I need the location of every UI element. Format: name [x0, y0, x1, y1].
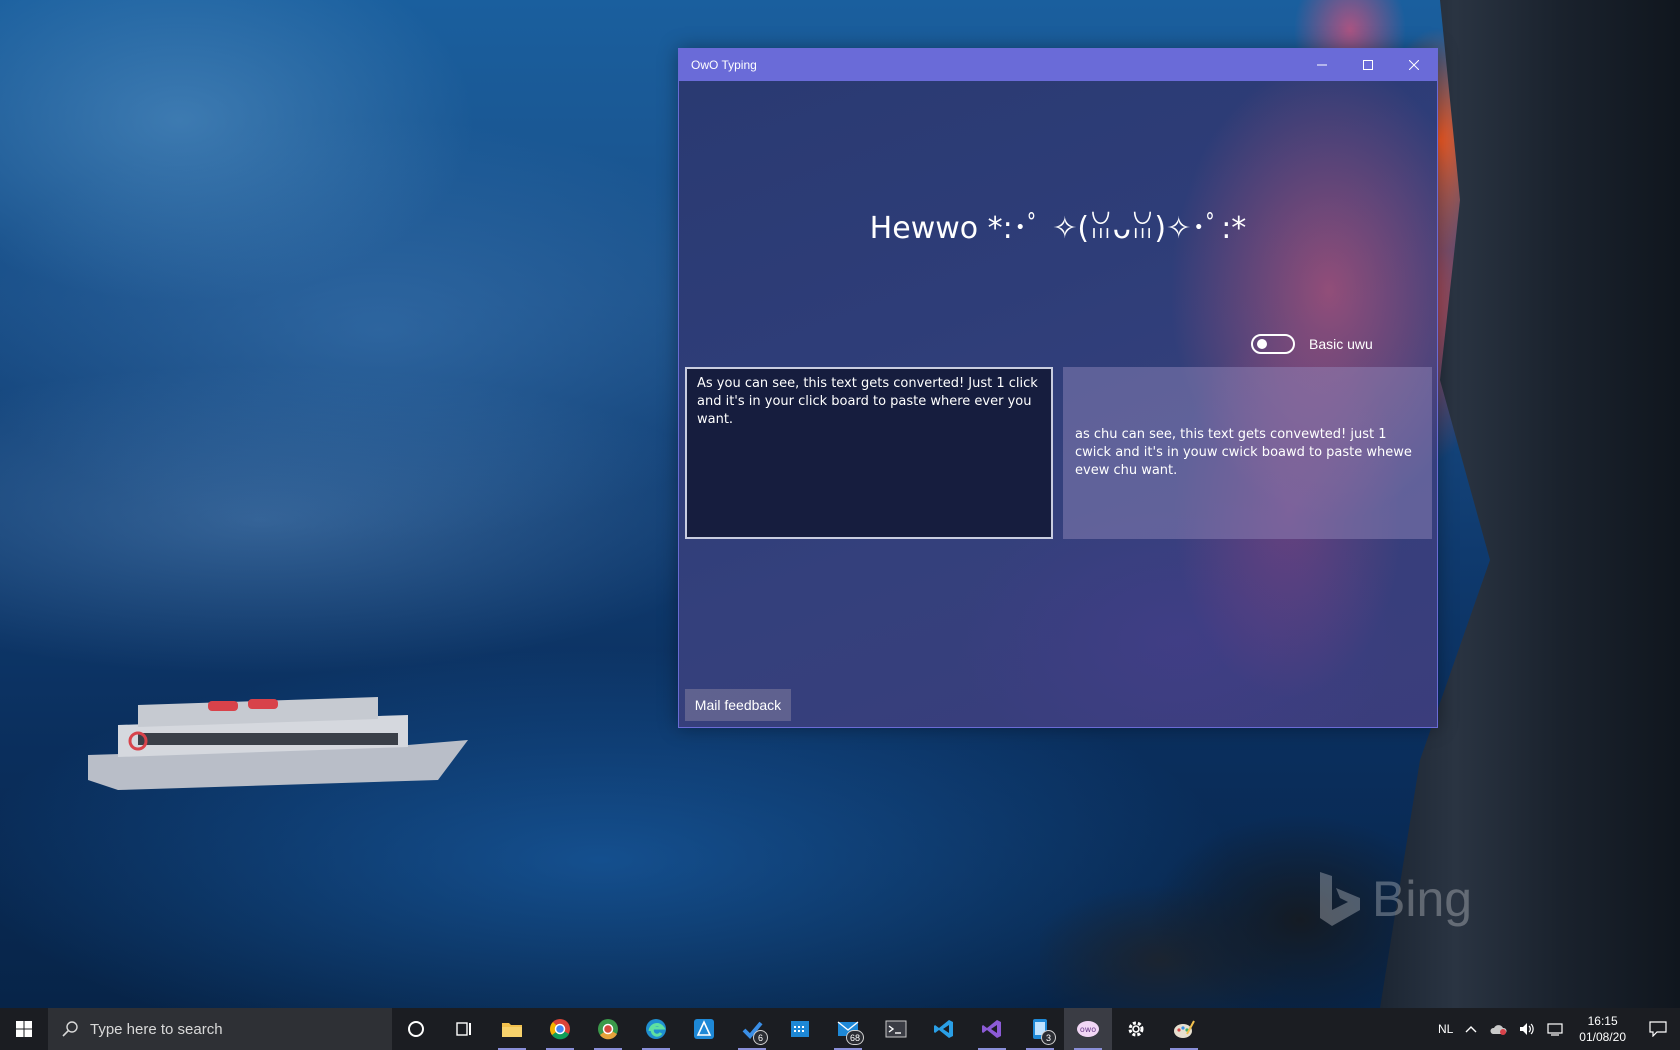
start-button[interactable]: [0, 1008, 48, 1050]
output-text-panel[interactable]: as chu can see, this text gets convewted…: [1063, 367, 1432, 539]
close-button[interactable]: [1391, 49, 1437, 81]
terminal-button[interactable]: [872, 1008, 920, 1050]
paint-icon: [1174, 1020, 1195, 1038]
taskbar: Type here to search 6 68 3 owo NL 16:15 …: [0, 1008, 1680, 1050]
owo-icon: owo: [1077, 1021, 1099, 1037]
terminal-icon: [885, 1020, 907, 1038]
app-content: Hewwo *:･ﾟ ✧(ꈍᴗꈍ)✧･ﾟ:* Basic uwu As you …: [679, 81, 1437, 727]
app-window: OwO Typing Hewwo *:･ﾟ ✧(ꈍᴗꈍ)✧･ﾟ:* Basic …: [678, 48, 1438, 728]
onedrive-tray-button[interactable]: [1483, 1008, 1513, 1050]
task-view-button[interactable]: [440, 1008, 488, 1050]
title-bar[interactable]: OwO Typing: [679, 49, 1437, 81]
output-text: as chu can see, this text gets convewted…: [1075, 427, 1412, 478]
cortana-button[interactable]: [392, 1008, 440, 1050]
phone-badge: 3: [1041, 1030, 1056, 1045]
calendar-button[interactable]: [776, 1008, 824, 1050]
page-title: Hewwo *:･ﾟ ✧(ꈍᴗꈍ)✧･ﾟ:*: [869, 211, 1247, 246]
network-button[interactable]: [1541, 1008, 1569, 1050]
basic-uwu-toggle[interactable]: [1251, 334, 1295, 354]
search-placeholder: Type here to search: [90, 1020, 223, 1038]
maximize-icon: [1363, 60, 1373, 70]
boat-image: [88, 697, 468, 790]
visual-studio-icon: [982, 1020, 1001, 1038]
chrome-icon: [550, 1019, 570, 1040]
affinity-icon: [694, 1019, 714, 1039]
caption-buttons: [1299, 49, 1437, 81]
volume-button[interactable]: [1513, 1008, 1541, 1050]
action-center-button[interactable]: [1636, 1008, 1680, 1050]
paint-button[interactable]: [1160, 1008, 1208, 1050]
visual-studio-button[interactable]: [968, 1008, 1016, 1050]
minimize-button[interactable]: [1299, 49, 1345, 81]
basic-uwu-toggle-group: Basic uwu: [1251, 334, 1373, 354]
clock[interactable]: 16:15 01/08/20: [1569, 1008, 1636, 1050]
minimize-icon: [1317, 64, 1327, 66]
circle-icon: [408, 1021, 424, 1037]
vscode-icon: [934, 1020, 953, 1038]
toggle-knob: [1257, 339, 1267, 349]
windows-logo-icon: [16, 1021, 32, 1037]
maximize-button[interactable]: [1345, 49, 1391, 81]
folder-icon: [502, 1023, 522, 1037]
bing-logo-icon: [1320, 872, 1360, 926]
show-hidden-icons-button[interactable]: [1459, 1008, 1483, 1050]
window-title: OwO Typing: [691, 58, 757, 72]
svg-text:owo: owo: [1080, 1025, 1096, 1034]
speaker-icon: [1520, 1023, 1534, 1035]
clock-time: 16:15: [1587, 1014, 1618, 1028]
chrome-icon: [598, 1019, 618, 1040]
owo-typing-button[interactable]: owo: [1064, 1008, 1112, 1050]
mail-feedback-button[interactable]: Mail feedback: [685, 689, 791, 721]
edge-button[interactable]: [632, 1008, 680, 1050]
todo-button[interactable]: 6: [728, 1008, 776, 1050]
bing-watermark-text: Bing: [1372, 871, 1473, 927]
affinity-designer-button[interactable]: [680, 1008, 728, 1050]
chevron-up-icon: [1465, 1026, 1477, 1033]
file-explorer-button[interactable]: [488, 1008, 536, 1050]
vscode-button[interactable]: [920, 1008, 968, 1050]
chrome-canary-button[interactable]: [584, 1008, 632, 1050]
mail-badge: 68: [845, 1030, 864, 1045]
gear-icon: [1128, 1021, 1144, 1037]
task-view-icon: [456, 1022, 471, 1036]
toggle-label: Basic uwu: [1309, 336, 1373, 352]
search-icon: [62, 1021, 78, 1037]
chrome-button[interactable]: [536, 1008, 584, 1050]
mail-button[interactable]: 68: [824, 1008, 872, 1050]
edge-icon: [646, 1019, 666, 1039]
input-textbox[interactable]: As you can see, this text gets converted…: [685, 367, 1053, 539]
todo-badge: 6: [753, 1030, 768, 1045]
cloud-icon: [1490, 1025, 1507, 1035]
phone-button[interactable]: 3: [1016, 1008, 1064, 1050]
system-tray: NL 16:15 01/08/20: [1432, 1008, 1680, 1050]
language-indicator[interactable]: NL: [1432, 1008, 1459, 1050]
taskbar-search[interactable]: Type here to search: [48, 1008, 392, 1050]
bing-watermark: Bing: [1318, 870, 1472, 928]
clock-date: 01/08/20: [1579, 1030, 1626, 1044]
close-icon: [1409, 60, 1419, 70]
calendar-icon: [791, 1021, 809, 1037]
network-icon: [1547, 1023, 1563, 1036]
notification-icon: [1649, 1021, 1667, 1037]
settings-button[interactable]: [1112, 1008, 1160, 1050]
